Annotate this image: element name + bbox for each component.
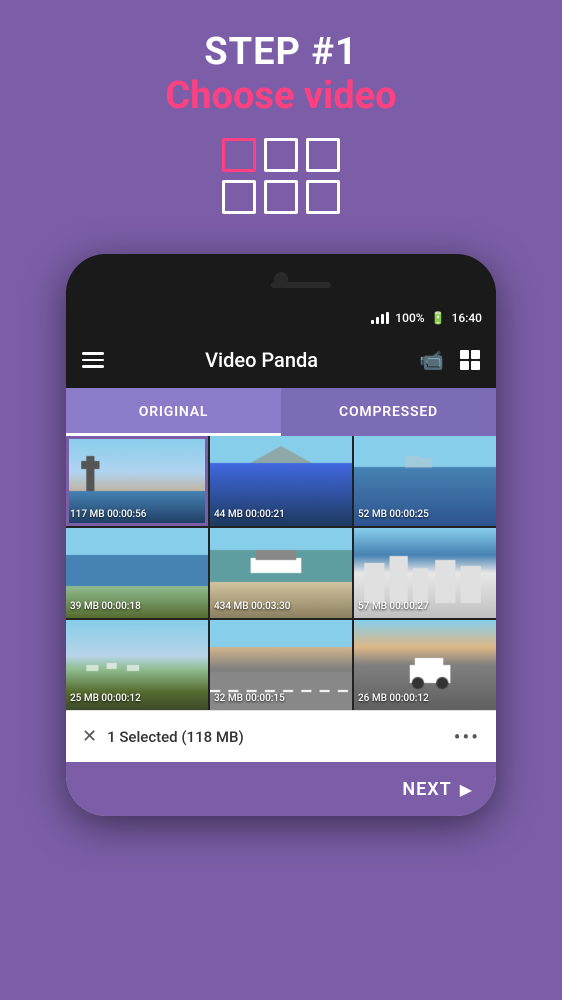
- tgc-2: [471, 350, 480, 359]
- video-info-5: 434 MB 00:03:30: [214, 600, 290, 614]
- video-thumb-4[interactable]: 39 MB 00:00:18: [66, 528, 208, 618]
- battery-icon: 🔋: [431, 311, 446, 325]
- grid-decoration-icon: [222, 138, 340, 214]
- video-info-9: 26 MB 00:00:12: [358, 692, 429, 706]
- signal-bar-3: [381, 314, 384, 324]
- grid-cell-1: [222, 138, 256, 172]
- video-info-1: 117 MB 00:00:56: [70, 508, 146, 522]
- grid-cell-5: [264, 180, 298, 214]
- tab-original[interactable]: ORIGINAL: [66, 388, 281, 436]
- camera-icon[interactable]: 📹: [419, 348, 444, 372]
- next-button[interactable]: NEXT ▶: [66, 762, 496, 816]
- video-thumb-8[interactable]: 32 MB 00:00:15: [210, 620, 352, 710]
- tgc-1: [460, 350, 469, 359]
- app-toolbar: Video Panda 📹: [66, 332, 496, 388]
- next-label: NEXT: [402, 779, 451, 800]
- selected-count-text: 1 Selected (118 MB): [107, 728, 454, 746]
- hamburger-line-1: [82, 352, 104, 355]
- next-arrow-icon: ▶: [460, 780, 472, 799]
- battery-text: 100%: [395, 311, 424, 325]
- video-thumb-3[interactable]: 52 MB 00:00:25: [354, 436, 496, 526]
- video-info-4: 39 MB 00:00:18: [70, 600, 141, 614]
- phone-screen: 100% 🔋 16:40 Video Panda 📹 ORIGINAL: [66, 304, 496, 816]
- signal-bar-4: [386, 312, 389, 324]
- video-info-7: 25 MB 00:00:12: [70, 692, 141, 706]
- video-thumb-2[interactable]: 44 MB 00:00:21: [210, 436, 352, 526]
- video-grid: 117 MB 00:00:56 44 MB 00:00:21 52 MB 00:00…: [66, 436, 496, 710]
- grid-view-icon[interactable]: [460, 350, 480, 370]
- video-info-2: 44 MB 00:00:21: [214, 508, 285, 522]
- tgc-4: [471, 361, 480, 370]
- more-options-icon[interactable]: •••: [454, 725, 480, 749]
- choose-video-subtitle: Choose video: [165, 74, 396, 118]
- video-thumb-5[interactable]: 434 MB 00:03:30: [210, 528, 352, 618]
- hamburger-line-2: [82, 359, 104, 362]
- phone-speaker: [271, 282, 331, 288]
- video-thumb-9[interactable]: 26 MB 00:00:12: [354, 620, 496, 710]
- tab-compressed[interactable]: COMPRESSED: [281, 388, 496, 436]
- time-text: 16:40: [452, 311, 482, 325]
- hamburger-menu-icon[interactable]: [82, 352, 104, 368]
- grid-cell-4: [222, 180, 256, 214]
- signal-bar-2: [376, 317, 379, 324]
- video-thumb-6[interactable]: 57 MB 00:00:27: [354, 528, 496, 618]
- grid-cell-3: [306, 138, 340, 172]
- signal-bar-1: [371, 320, 374, 324]
- video-thumb-1[interactable]: 117 MB 00:00:56: [66, 436, 208, 526]
- close-icon[interactable]: ✕: [82, 726, 97, 747]
- bottom-selection-bar: ✕ 1 Selected (118 MB) •••: [66, 710, 496, 762]
- video-info-6: 57 MB 00:00:27: [358, 600, 429, 614]
- hamburger-line-3: [82, 365, 104, 368]
- tgc-3: [460, 361, 469, 370]
- video-thumb-7[interactable]: 25 MB 00:00:12: [66, 620, 208, 710]
- app-title: Video Panda: [120, 348, 403, 372]
- status-bar: 100% 🔋 16:40: [66, 304, 496, 332]
- instruction-section: STEP #1 Choose video: [0, 0, 562, 254]
- grid-cell-2: [264, 138, 298, 172]
- video-info-8: 32 MB 00:00:15: [214, 692, 285, 706]
- step-title: STEP #1: [204, 30, 358, 74]
- signal-icon: [371, 312, 389, 324]
- video-info-3: 52 MB 00:00:25: [358, 508, 429, 522]
- phone-top-bar: [66, 254, 496, 304]
- tab-bar: ORIGINAL COMPRESSED: [66, 388, 496, 436]
- grid-cell-6: [306, 180, 340, 214]
- phone-mockup: 100% 🔋 16:40 Video Panda 📹 ORIGINAL: [66, 254, 496, 816]
